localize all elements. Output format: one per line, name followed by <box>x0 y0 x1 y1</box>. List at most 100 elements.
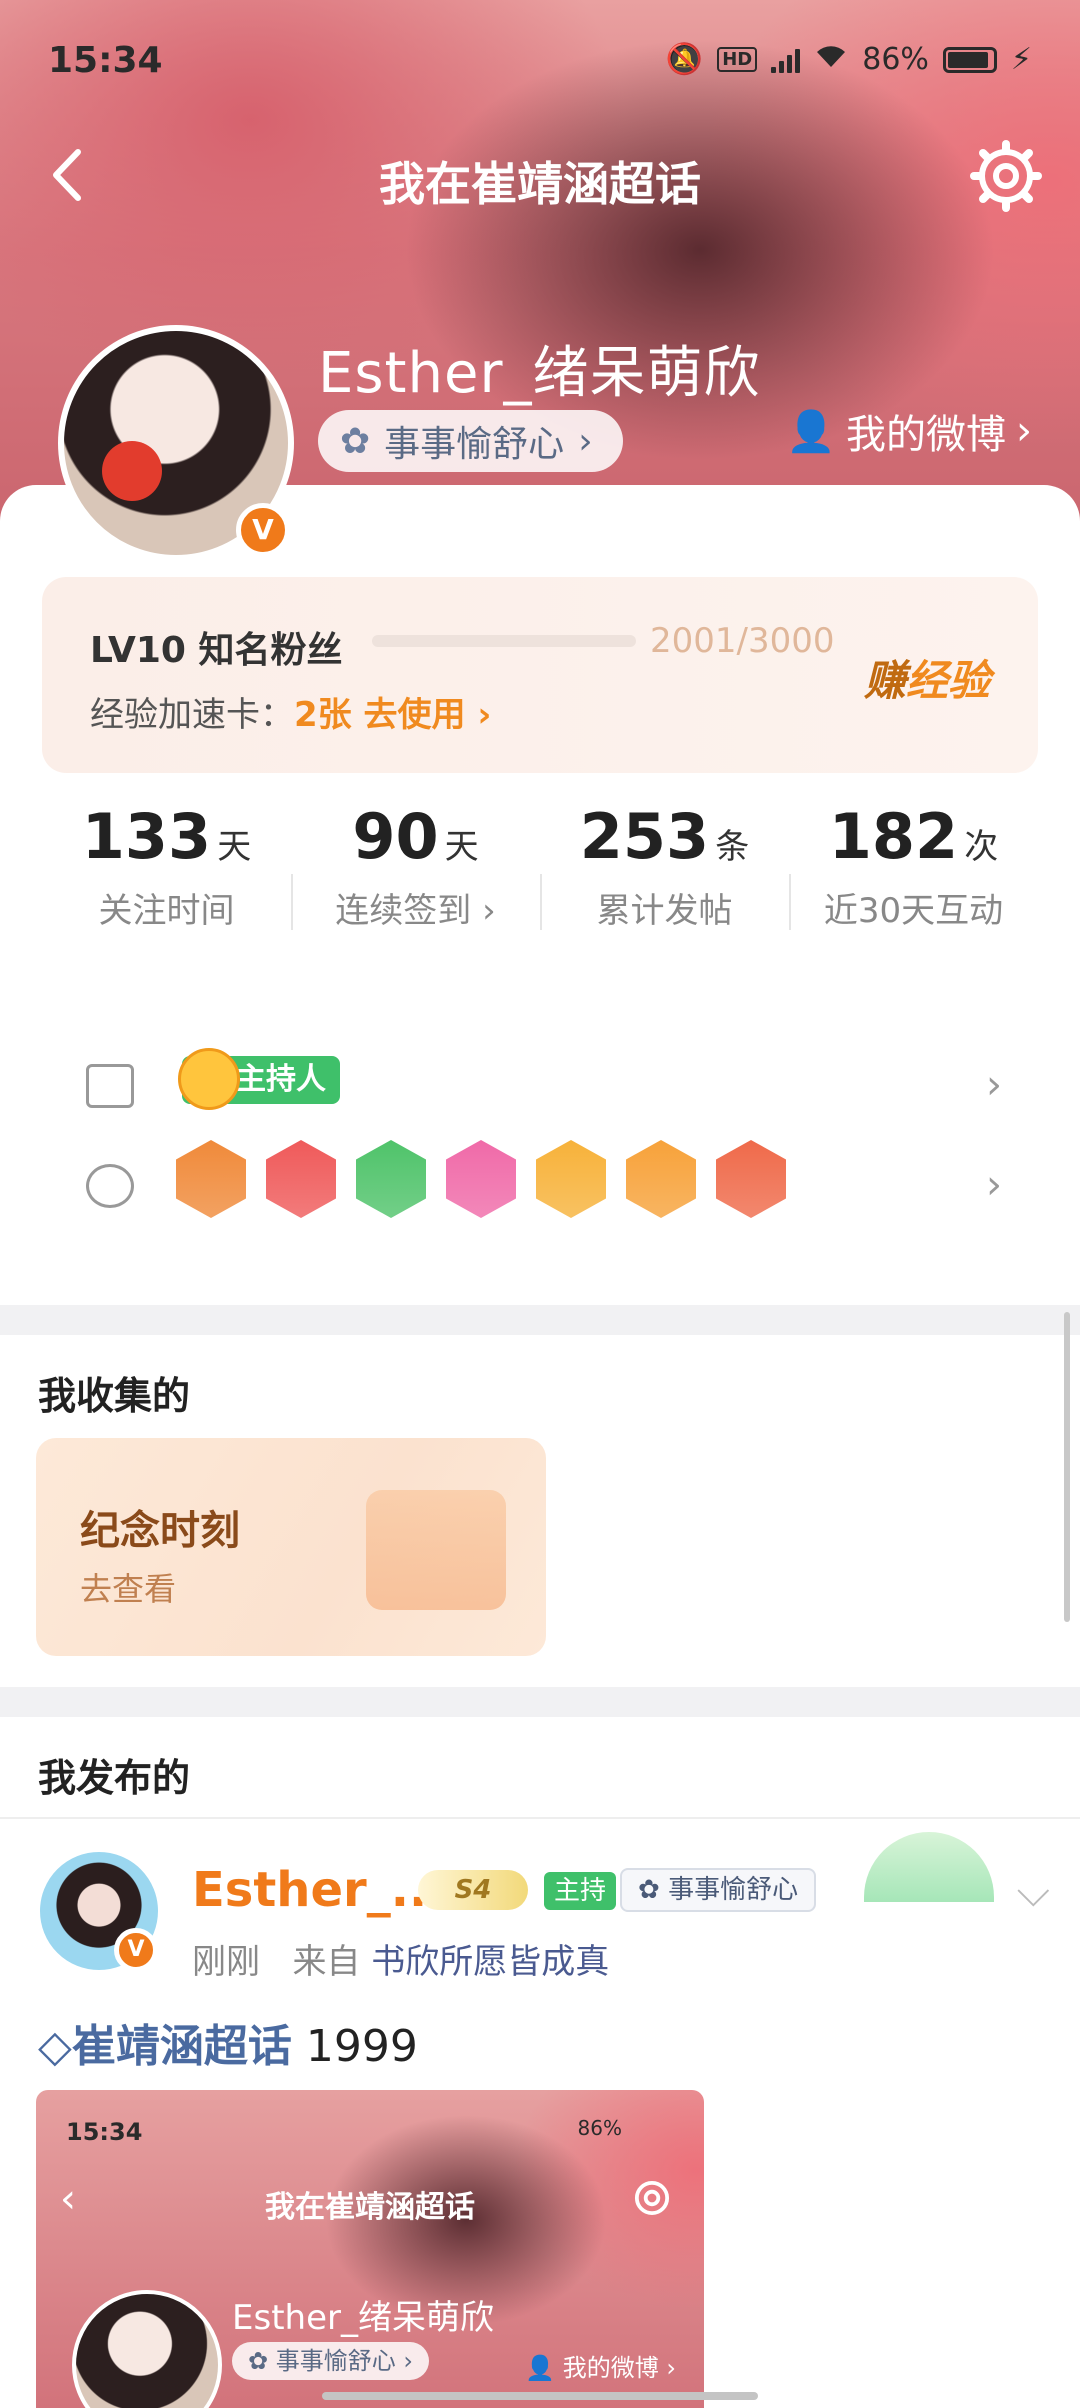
stat-unit: 次 <box>964 827 999 867</box>
wifi-icon <box>814 42 848 77</box>
page-title: 我在崔靖涵超话 <box>379 157 701 211</box>
id-card-icon <box>86 1064 134 1108</box>
chevron-down-icon[interactable]: ⌵ <box>1017 1866 1050 1917</box>
scrollbar[interactable] <box>1064 1312 1070 1622</box>
stat-label: 关注时间 <box>98 891 235 931</box>
stat-interactions: 182 次 近30天互动 <box>789 800 1038 1000</box>
medal-badge-icon <box>716 1140 786 1218</box>
post-verified-badge: V <box>114 1928 158 1972</box>
topic-name: 崔靖涵超话 <box>71 2021 292 2072</box>
medal-badge-icon <box>266 1140 336 1218</box>
thumb-gear-icon <box>634 2180 670 2216</box>
stats-row: 133 天 关注时间 90 天 连续签到 › 253 条 累计发帖 182 次 近30天… <box>42 800 1038 1000</box>
stat-label: 连续签到 › <box>335 891 496 931</box>
collected-title: 我收集的 <box>38 1374 191 1418</box>
thumb-title: 我在崔靖涵超话 <box>265 2190 475 2225</box>
gear-icon <box>970 140 1042 212</box>
group-tag: ✿ 事事愉舒心 <box>620 1868 817 1912</box>
medal-badge-icon <box>626 1140 696 1218</box>
thumb-weibo-link: 👤 我的微博 › <box>525 2354 676 2382</box>
post-author-name[interactable]: Esther_... <box>192 1862 445 1918</box>
memory-card-title: 纪念时刻 <box>80 1508 240 1554</box>
speed-card-value: 2张 去使用 <box>294 695 466 735</box>
level-progress-bar <box>372 635 636 647</box>
group-tag-label: 事事愉舒心 <box>668 1875 799 1905</box>
stat-checkin-days[interactable]: 90 天 连续签到 › <box>291 800 540 1000</box>
battery-icon <box>942 46 997 73</box>
chevron-right-icon: › <box>1016 408 1032 454</box>
earn-exp-b: 经验 <box>905 656 990 705</box>
speed-card-row[interactable]: 经验加速卡：2张 去使用 › <box>90 687 491 736</box>
post-text: ◇崔靖涵超话 1999 <box>38 2010 418 2074</box>
medal-badge-icon <box>176 1140 246 1218</box>
status-icons: 🔕 HD 86% ⚡ <box>666 42 1032 77</box>
chevron-right-icon: › <box>578 420 593 462</box>
memory-card-link: 去查看 <box>80 1570 177 1608</box>
my-weibo-link[interactable]: 👤 我的微博 › <box>786 402 1032 460</box>
group-chip-label: 事事愉舒心 <box>384 424 565 465</box>
signal-icon <box>771 47 801 73</box>
chevron-right-icon: › <box>986 1062 1002 1108</box>
charging-icon: ⚡ <box>1010 42 1032 77</box>
battery-percent: 86% <box>862 42 929 77</box>
stat-unit: 天 <box>444 827 479 867</box>
medal-badge-icon <box>446 1140 516 1218</box>
post-body: 1999 <box>291 2021 418 2072</box>
stat-value: 133 <box>81 800 212 873</box>
chevron-right-icon: › <box>986 1162 1002 1208</box>
group-chip[interactable]: ✿ 事事愉舒心 › <box>318 410 623 472</box>
published-title: 我发布的 <box>38 1756 191 1800</box>
stat-follow-days: 133 天 关注时间 <box>42 800 291 1000</box>
status-time: 15:34 <box>48 40 163 81</box>
stat-label: 近30天互动 <box>823 891 1004 931</box>
mute-icon: 🔕 <box>665 42 704 77</box>
thumb-battery: 86% <box>577 2116 622 2140</box>
my-weibo-label: 我的微博 <box>846 412 1006 458</box>
post-meta: 刚刚 来自 书欣所愿皆成真 <box>192 1934 609 1983</box>
level-card[interactable]: LV10 知名粉丝 2001/3000 经验加速卡：2张 去使用 › 赚经验 <box>42 577 1038 773</box>
medal-list <box>176 1140 786 1218</box>
post-source-prefix: 来自 <box>292 1942 361 1982</box>
stat-value: 182 <box>828 800 959 873</box>
top-nav: 我在崔靖涵超话 <box>0 130 1080 220</box>
user-icon: 👤 <box>786 408 836 455</box>
thumb-avatar <box>72 2290 222 2408</box>
section-divider <box>0 1687 1080 1717</box>
thumb-time: 15:34 <box>66 2118 143 2146</box>
earn-exp-button[interactable]: 赚经验 <box>864 647 990 708</box>
earn-exp-a: 赚 <box>863 656 906 705</box>
calendar-heart-icon <box>366 1490 506 1610</box>
medal-row[interactable]: › <box>42 1136 1038 1236</box>
status-bar: 15:34 🔕 HD 86% ⚡ <box>48 36 1032 92</box>
title-row[interactable]: 主持人 › <box>42 1036 1038 1136</box>
clover-icon: ✿ <box>638 1875 669 1905</box>
home-indicator[interactable] <box>322 2392 758 2400</box>
settings-button[interactable] <box>968 138 1044 214</box>
level-title: LV10 知名粉丝 <box>90 630 343 671</box>
avatar-apple <box>102 441 162 501</box>
stat-posts: 253 条 累计发帖 <box>540 800 789 1000</box>
memory-card[interactable]: 纪念时刻 去查看 <box>36 1438 546 1656</box>
stat-value: 253 <box>579 800 710 873</box>
stat-label: 累计发帖 <box>596 891 733 931</box>
host-badge: 主持人 <box>178 1048 340 1110</box>
verified-badge: V <box>236 503 290 557</box>
thumb-chip: ✿ 事事愉舒心 › <box>232 2342 429 2380</box>
hd-icon: HD <box>717 47 758 72</box>
medal-icon <box>86 1164 134 1208</box>
post-source[interactable]: 书欣所愿皆成真 <box>371 1942 609 1982</box>
section-divider <box>0 1305 1080 1335</box>
medal-badge-icon <box>356 1140 426 1218</box>
speed-card-label: 经验加速卡： <box>90 695 294 735</box>
level-progress-text: 2001/3000 <box>650 621 835 661</box>
host-tag: 主持 <box>544 1872 617 1910</box>
post-image[interactable]: 15:34 86% ‹ 我在崔靖涵超话 Esther_绪呆萌欣 ✿ 事事愉舒心 … <box>36 2090 704 2408</box>
medal-badge-icon <box>536 1140 606 1218</box>
chevron-right-icon: › <box>465 695 492 735</box>
thumb-chip-label: 事事愉舒心 <box>275 2347 396 2375</box>
clover-icon: ✿ <box>340 420 371 462</box>
badge-rows: 主持人 › › <box>42 1036 1038 1276</box>
stat-unit: 天 <box>217 827 252 867</box>
topic-link[interactable]: ◇崔靖涵超话 <box>38 2021 292 2072</box>
thumb-weibo-label: 我的微博 › <box>562 2354 676 2382</box>
